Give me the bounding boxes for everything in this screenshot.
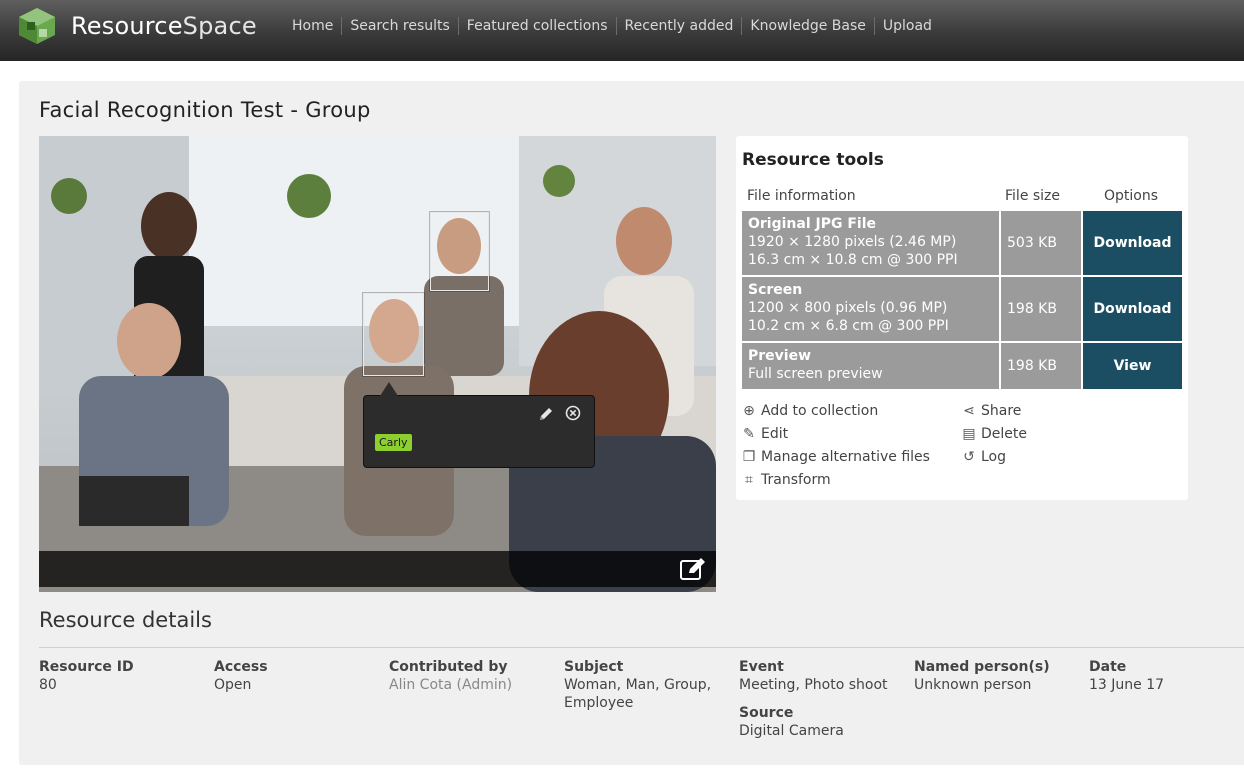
share-icon: ⋖ bbox=[963, 403, 975, 419]
file-dimensions: 1920 × 1280 pixels (2.46 MP) bbox=[748, 234, 957, 250]
field-label: Event bbox=[739, 659, 784, 675]
share-link[interactable]: ⋖ Share bbox=[962, 403, 1021, 419]
field-label: Resource ID bbox=[39, 659, 134, 675]
trash-icon: ▤ bbox=[962, 426, 976, 442]
download-button-screen[interactable]: Download bbox=[1083, 277, 1182, 341]
field-label: Contributed by bbox=[389, 659, 508, 675]
field-named-persons: Named person(s) Unknown person bbox=[914, 658, 1050, 694]
edit-label: Edit bbox=[761, 426, 789, 442]
pencil-icon: ✎ bbox=[743, 426, 755, 442]
nav-featured-collections[interactable]: Featured collections bbox=[457, 17, 616, 35]
view-button-preview[interactable]: View bbox=[1083, 343, 1182, 389]
download-row-preview: Preview Full screen preview 198 KB View bbox=[742, 343, 1182, 389]
transform-link[interactable]: ⌗ Transform bbox=[742, 472, 831, 488]
log-link[interactable]: ↺ Log bbox=[962, 449, 1006, 465]
field-value: Unknown person bbox=[914, 677, 1032, 693]
file-name: Preview bbox=[748, 348, 812, 364]
resource-tools-panel: Resource tools File information File siz… bbox=[736, 136, 1188, 500]
field-value: 13 June 17 bbox=[1089, 677, 1165, 693]
field-value: Meeting, Photo shoot bbox=[739, 677, 888, 693]
main-nav: Home Search results Featured collections Re… bbox=[284, 17, 940, 35]
transform-label: Transform bbox=[761, 472, 831, 488]
page-title: Facial Recognition Test - Group bbox=[39, 98, 371, 122]
face-tag-label[interactable]: Carly bbox=[375, 434, 412, 451]
files-icon: ❐ bbox=[742, 449, 756, 465]
file-info-cell: Screen 1200 × 800 pixels (0.96 MP) 10.2 … bbox=[742, 277, 999, 341]
add-to-collection-label: Add to collection bbox=[761, 403, 879, 419]
app-name-bold: Resource bbox=[71, 12, 183, 40]
delete-link[interactable]: ▤ Delete bbox=[962, 426, 1027, 442]
file-size-cell: 198 KB bbox=[1001, 343, 1081, 389]
field-value: Open bbox=[214, 677, 252, 693]
face-box-woman[interactable] bbox=[363, 293, 424, 376]
top-header-bar: ResourceSpace Home Search results Featured… bbox=[0, 0, 1244, 61]
file-name: Screen bbox=[748, 282, 803, 298]
header-file-information: File information bbox=[747, 188, 856, 204]
field-subject: Subject Woman, Man, Group, Employee bbox=[564, 658, 711, 712]
face-box-man[interactable] bbox=[430, 212, 489, 291]
resource-details-title: Resource details bbox=[39, 608, 212, 632]
close-circle-icon[interactable] bbox=[565, 405, 581, 421]
log-label: Log bbox=[981, 449, 1007, 465]
annotate-edit-icon[interactable] bbox=[680, 557, 706, 581]
field-label: Date bbox=[1089, 659, 1127, 675]
contributor-link[interactable]: Alin Cota (Admin) bbox=[389, 676, 512, 694]
nav-knowledge-base[interactable]: Knowledge Base bbox=[741, 17, 874, 35]
nav-recently-added[interactable]: Recently added bbox=[615, 17, 742, 35]
download-row-original: Original JPG File 1920 × 1280 pixels (2.… bbox=[742, 211, 1182, 275]
plus-circle-icon: ⊕ bbox=[743, 403, 755, 419]
resourcespace-logo-icon[interactable] bbox=[17, 7, 57, 45]
pencil-icon[interactable] bbox=[538, 406, 554, 422]
header-file-size: File size bbox=[1005, 188, 1061, 204]
crop-icon: ⌗ bbox=[745, 472, 753, 488]
image-toolbar bbox=[39, 551, 716, 587]
field-access: Access Open bbox=[214, 658, 268, 694]
nav-upload[interactable]: Upload bbox=[873, 17, 940, 35]
file-size-cell: 503 KB bbox=[1001, 211, 1081, 275]
file-dimensions: 1200 × 800 pixels (0.96 MP) bbox=[748, 300, 948, 316]
field-contributed-by: Contributed by Alin Cota (Admin) bbox=[389, 658, 512, 694]
file-print-size: 16.3 cm × 10.8 cm @ 300 PPI bbox=[748, 252, 958, 268]
field-label: Subject bbox=[564, 659, 624, 675]
field-source: Source Digital Camera bbox=[739, 704, 844, 740]
app-name-light: Space bbox=[182, 12, 257, 40]
file-info-cell: Original JPG File 1920 × 1280 pixels (2.… bbox=[742, 211, 999, 275]
app-name[interactable]: ResourceSpace bbox=[71, 12, 257, 40]
header-options: Options bbox=[1104, 188, 1159, 204]
manage-alternative-files-label: Manage alternative files bbox=[761, 449, 930, 465]
file-print-size: 10.2 cm × 6.8 cm @ 300 PPI bbox=[748, 318, 949, 334]
file-description: Full screen preview bbox=[748, 366, 883, 382]
share-label: Share bbox=[981, 403, 1022, 419]
field-resource-id: Resource ID 80 bbox=[39, 658, 134, 694]
download-row-screen: Screen 1200 × 800 pixels (0.96 MP) 10.2 … bbox=[742, 277, 1182, 341]
file-size-cell: 198 KB bbox=[1001, 277, 1081, 341]
download-button-original[interactable]: Download bbox=[1083, 211, 1182, 275]
field-label: Access bbox=[214, 659, 268, 675]
details-divider bbox=[39, 647, 1244, 648]
nav-home[interactable]: Home bbox=[284, 17, 341, 35]
field-value-line1: Woman, Man, Group, bbox=[564, 677, 712, 693]
field-value: Digital Camera bbox=[739, 723, 844, 739]
nav-search-results[interactable]: Search results bbox=[341, 17, 457, 35]
face-tag-popup: Carly bbox=[363, 382, 595, 468]
field-date: Date 13 June 17 bbox=[1089, 658, 1164, 694]
history-icon: ↺ bbox=[963, 449, 975, 465]
resource-tools-title: Resource tools bbox=[742, 150, 884, 170]
field-label: Named person(s) bbox=[914, 659, 1050, 675]
field-event: Event Meeting, Photo shoot bbox=[739, 658, 888, 694]
file-info-cell: Preview Full screen preview bbox=[742, 343, 999, 389]
file-name: Original JPG File bbox=[748, 216, 877, 232]
manage-alternative-files-link[interactable]: ❐ Manage alternative files bbox=[742, 449, 930, 465]
field-value: 80 bbox=[39, 677, 57, 693]
add-to-collection-link[interactable]: ⊕ Add to collection bbox=[742, 403, 878, 419]
field-label: Source bbox=[739, 705, 794, 721]
delete-label: Delete bbox=[981, 426, 1027, 442]
edit-link[interactable]: ✎ Edit bbox=[742, 426, 788, 442]
resource-preview[interactable]: Carly bbox=[39, 136, 716, 592]
field-value-line2: Employee bbox=[564, 695, 634, 711]
